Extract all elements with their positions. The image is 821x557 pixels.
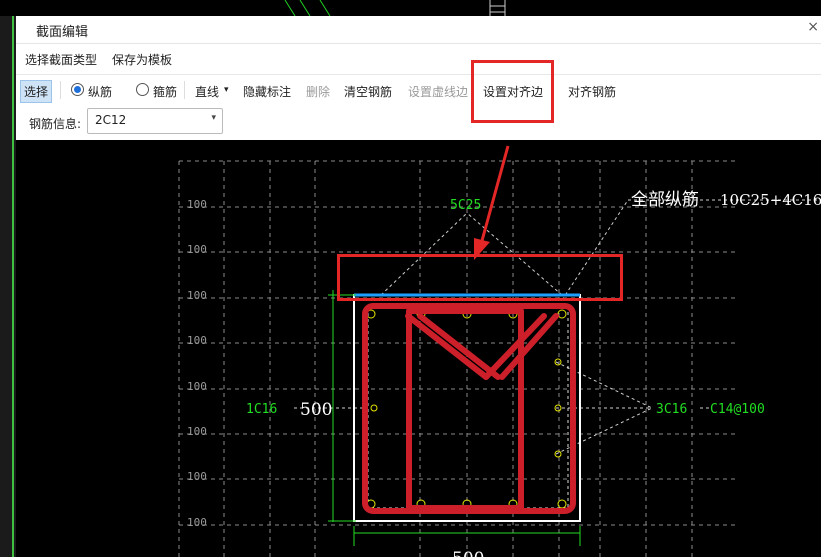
dialog-titlebar: 截面编辑 × (16, 16, 821, 44)
grid-label: 100 (187, 334, 207, 347)
rebar-info-row: 钢筋信息: 2C12 ▾ (16, 104, 821, 140)
highlight-box-top-edge (337, 254, 623, 301)
grid-lines (178, 160, 736, 557)
menu-select-section-type[interactable]: 选择截面类型 (25, 51, 97, 68)
hide-annotation-button[interactable]: 隐藏标注 (243, 83, 291, 100)
chevron-down-icon: ▾ (211, 113, 216, 123)
all-longitudinal-value: 10C25+4C16 (720, 191, 821, 209)
grid-labels: 100 100 100 100 100 100 100 100 100 (187, 198, 207, 529)
close-icon[interactable]: × (807, 19, 819, 35)
rebar-info-value: 2C12 (95, 113, 127, 127)
clear-rebar-button[interactable]: 清空钢筋 (344, 83, 392, 100)
rebar-info-select[interactable]: 2C12 ▾ (87, 108, 223, 134)
grid-label: 100 (187, 243, 207, 256)
grid-label: 100 (187, 380, 207, 393)
grid-label: 100 (187, 289, 207, 302)
select-button[interactable]: 选择 (20, 80, 53, 103)
stirrup-spec-label: C14@100 (710, 402, 765, 417)
delete-button[interactable]: 删除 (306, 83, 330, 100)
align-rebar-button[interactable]: 对齐钢筋 (568, 83, 616, 100)
background-cad-strip (0, 0, 821, 16)
grid-label: 100 (187, 425, 207, 438)
background-left-panel (0, 16, 16, 557)
left-side-rebar-label: 1C16 (246, 402, 277, 417)
highlight-rebar-shape (362, 303, 576, 514)
dimension-width-label: 500 (452, 549, 484, 557)
grid-label: 100 (187, 516, 207, 529)
rebar-info-label: 钢筋信息: (29, 117, 82, 131)
right-side-rebar-label: 3C16 (656, 402, 687, 417)
top-rebar-label: 5C25 (450, 198, 481, 213)
line-dropdown-button[interactable]: 直线 (195, 83, 219, 100)
menu-save-as-template[interactable]: 保存为模板 (112, 51, 172, 68)
longitudinal-radio[interactable] (71, 83, 84, 96)
longitudinal-label[interactable]: 纵筋 (88, 83, 112, 100)
toolbar: 选择 纵筋 箍筋 直线 ▾ 隐藏标注 删除 清空钢筋 设置虚线边 设置对齐边 对… (16, 74, 821, 105)
menu-bar: 选择截面类型 保存为模板 (16, 44, 821, 72)
all-longitudinal-label: 全部纵筋 (631, 190, 699, 210)
dimension-height-label: 500 (300, 400, 332, 420)
stirrup-radio[interactable] (136, 83, 149, 96)
annotation-labels: 5C25 全部纵筋 10C25+4C16 1C16 3C16 C14@100 5… (246, 190, 821, 557)
set-dashed-edge-button[interactable]: 设置虚线边 (408, 83, 468, 100)
grid-label: 100 (187, 470, 207, 483)
section-canvas[interactable]: 100 100 100 100 100 100 100 100 100 (16, 140, 821, 557)
stirrup-label[interactable]: 箍筋 (153, 83, 177, 100)
dialog-title: 截面编辑 (36, 25, 89, 40)
chevron-down-icon[interactable]: ▾ (224, 85, 229, 95)
highlight-box-align-edge-button (471, 60, 554, 123)
grid-label: 100 (187, 198, 207, 211)
